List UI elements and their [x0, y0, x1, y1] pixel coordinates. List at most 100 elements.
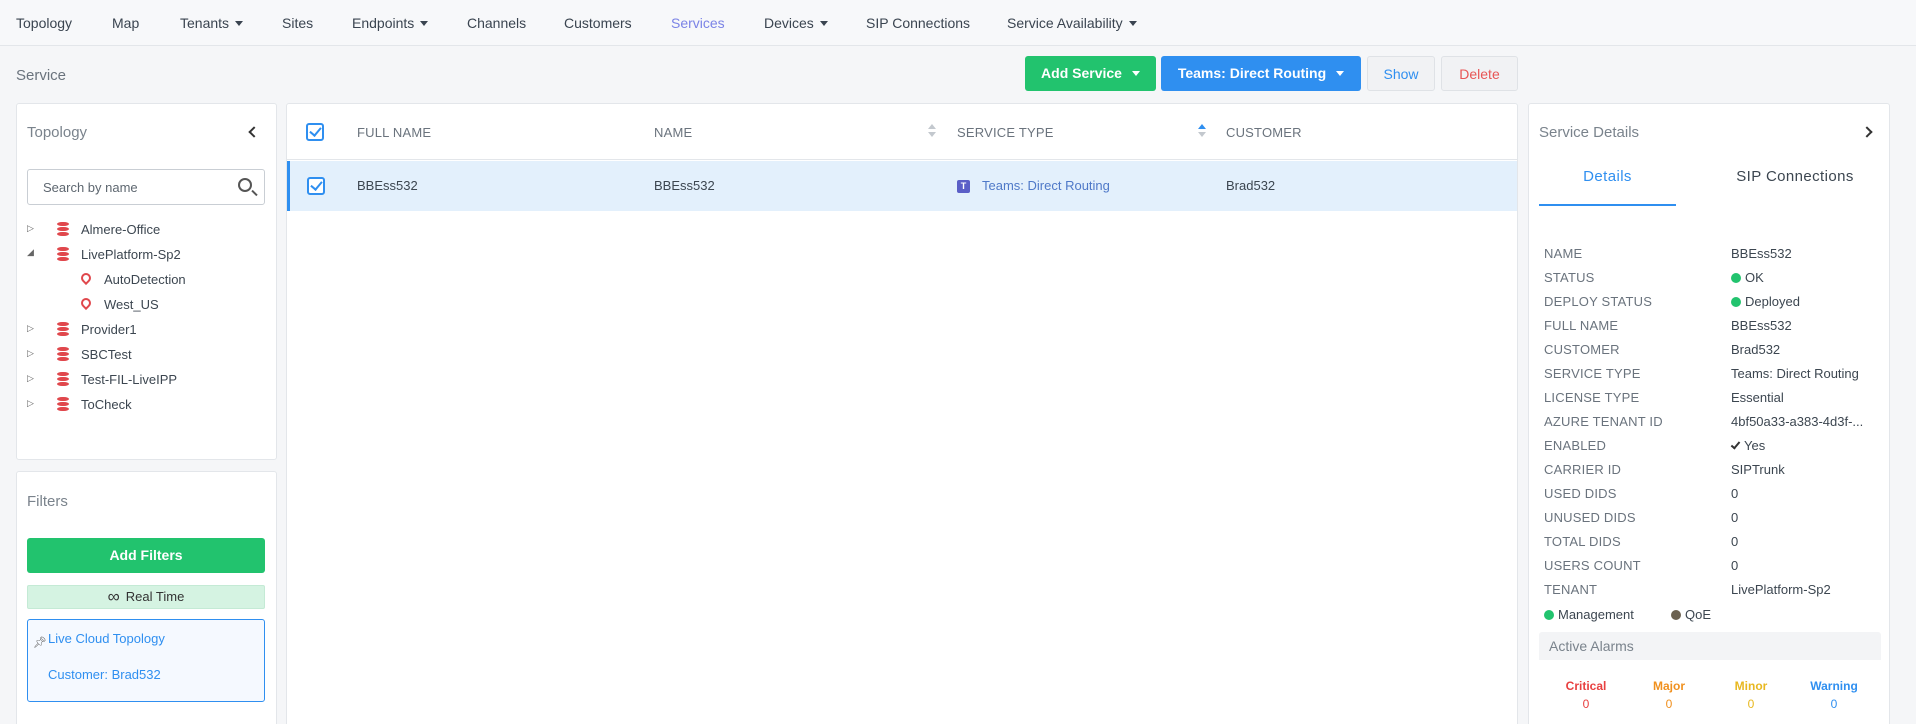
search-icon[interactable]: [238, 178, 252, 192]
expand-triangle-icon[interactable]: ▷: [27, 348, 37, 359]
nav-label: Service Availability: [1007, 15, 1123, 31]
alarm-label: Warning: [1810, 679, 1858, 693]
add-service-label: Add Service: [1041, 65, 1122, 81]
alarm-count: 0: [1830, 697, 1838, 711]
nav-sites[interactable]: Sites: [282, 15, 313, 31]
nav-channels[interactable]: Channels: [467, 15, 526, 31]
tree-item-almere-office[interactable]: ▷ Almere-Office: [27, 221, 267, 241]
caret-down-icon: [1336, 71, 1345, 76]
tree-item-label: SBCTest: [81, 347, 132, 362]
row-checkbox[interactable]: [307, 177, 325, 195]
expand-triangle-icon[interactable]: ▷: [27, 373, 37, 384]
nav-label: Endpoints: [352, 15, 415, 31]
nav-tenants[interactable]: Tenants: [180, 15, 244, 31]
expand-triangle-icon[interactable]: ▷: [27, 323, 37, 334]
detail-value: 4bf50a33-a383-4d3f-...: [1731, 414, 1864, 429]
tree-item-label: Test-FIL-LiveIPP: [81, 372, 178, 387]
tree-item-provider1[interactable]: ▷ Provider1: [27, 321, 267, 341]
service-details-panel: Service Details Details SIP Connections …: [1528, 103, 1890, 724]
column-header-full-name[interactable]: FULL NAME: [357, 125, 431, 140]
filter-customer[interactable]: Customer: Brad532: [48, 667, 161, 682]
collapse-chevron-right-icon[interactable]: [1861, 126, 1873, 138]
infinity-icon: ∞: [107, 587, 120, 606]
detail-row-users-count: USERS COUNT 0: [1544, 558, 1884, 578]
detail-row-name: NAME BBEss532: [1544, 246, 1884, 266]
detail-label: FULL NAME: [1544, 318, 1619, 333]
detail-row-azure-tenant-id: AZURE TENANT ID 4bf50a33-a383-4d3f-...: [1544, 414, 1884, 434]
nav-endpoints[interactable]: Endpoints: [352, 15, 429, 31]
cell-service-type[interactable]: Teams: Direct Routing: [982, 178, 1110, 193]
detail-row-service-type: SERVICE TYPE Teams: Direct Routing: [1544, 366, 1884, 386]
tree-item-sbctest[interactable]: ▷ SBCTest: [27, 346, 267, 366]
detail-value-wrap: OK: [1731, 270, 1764, 285]
service-type-dropdown[interactable]: Teams: Direct Routing: [1161, 56, 1361, 91]
nav-sip-connections[interactable]: SIP Connections: [866, 15, 970, 31]
detail-label: ENABLED: [1544, 438, 1607, 453]
nav-service-availability[interactable]: Service Availability: [1007, 15, 1137, 31]
column-header-service-type[interactable]: SERVICE TYPE: [957, 125, 1054, 140]
caret-down-icon: [420, 21, 429, 26]
tree-item-label: Provider1: [81, 322, 137, 337]
tree-item-autodetection[interactable]: AutoDetection: [27, 270, 267, 291]
tree-item-label: West_US: [104, 297, 159, 312]
cell-customer: Brad532: [1226, 178, 1276, 193]
tree-item-west-us[interactable]: West_US: [27, 295, 267, 316]
alarm-critical[interactable]: Critical 0: [1546, 679, 1626, 711]
collapse-triangle-icon[interactable]: ◢: [27, 247, 37, 258]
top-navigation: Topology Map Tenants Sites Endpoints Cha…: [0, 0, 1916, 46]
detail-value: 0: [1731, 534, 1739, 549]
detail-label: DEPLOY STATUS: [1544, 294, 1653, 309]
detail-label: USERS COUNT: [1544, 558, 1641, 573]
detail-label: AZURE TENANT ID: [1544, 414, 1663, 429]
caret-down-icon: [819, 21, 828, 26]
detail-value: 0: [1731, 558, 1739, 573]
add-filters-button[interactable]: Add Filters: [27, 538, 265, 573]
expand-triangle-icon[interactable]: ▷: [27, 223, 37, 234]
nav-label: Tenants: [180, 15, 230, 31]
delete-button[interactable]: Delete: [1441, 56, 1518, 91]
column-header-name[interactable]: NAME: [654, 125, 692, 140]
detail-row-enabled: ENABLED Yes: [1544, 438, 1884, 458]
details-tabs: Details SIP Connections: [1539, 162, 1881, 206]
expand-triangle-icon[interactable]: ▷: [27, 398, 37, 409]
nav-topology[interactable]: Topology: [16, 15, 72, 31]
alarm-label: Critical: [1565, 679, 1607, 693]
check-icon: [1730, 439, 1741, 450]
alarm-minor[interactable]: Minor 0: [1711, 679, 1791, 711]
active-alarms-title: Active Alarms: [1549, 638, 1634, 654]
filter-live-cloud-topology[interactable]: Live Cloud Topology: [48, 631, 165, 646]
detail-label: LICENSE TYPE: [1544, 390, 1640, 405]
tab-sip-connections[interactable]: SIP Connections: [1709, 162, 1881, 206]
detail-value-wrap: Yes: [1730, 438, 1765, 453]
search-input[interactable]: [27, 169, 265, 205]
detail-row-tenant: TENANT LivePlatform-Sp2: [1544, 582, 1884, 602]
select-all-checkbox[interactable]: [306, 123, 324, 141]
legend-dot-icon: [1544, 610, 1554, 620]
nav-customers[interactable]: Customers: [564, 15, 632, 31]
nav-map[interactable]: Map: [112, 15, 139, 31]
column-header-customer[interactable]: CUSTOMER: [1226, 125, 1302, 140]
alarm-major[interactable]: Major 0: [1629, 679, 1709, 711]
detail-row-license-type: LICENSE TYPE Essential: [1544, 390, 1884, 410]
show-button[interactable]: Show: [1367, 56, 1435, 91]
alarm-warning[interactable]: Warning 0: [1794, 679, 1874, 711]
tab-details[interactable]: Details: [1539, 162, 1676, 206]
tree-item-liveplatform-sp2[interactable]: ◢ LivePlatform-Sp2: [27, 246, 267, 266]
nav-services[interactable]: Services: [671, 15, 725, 31]
tree-item-label: ToCheck: [81, 397, 132, 412]
nav-devices[interactable]: Devices: [764, 15, 828, 31]
cell-name: BBEss532: [654, 178, 715, 193]
tree-item-tocheck[interactable]: ▷ ToCheck: [27, 396, 267, 416]
table-row[interactable]: BBEss532 BBEss532 T Teams: Direct Routin…: [287, 161, 1517, 211]
tree-item-label: AutoDetection: [104, 272, 186, 287]
real-time-toggle[interactable]: ∞ Real Time: [27, 585, 265, 609]
legend-label: QoE: [1685, 607, 1712, 622]
sort-ascending-icon[interactable]: [1198, 124, 1206, 138]
pin-icon: 📌︎: [33, 637, 47, 649]
add-service-button[interactable]: Add Service: [1025, 56, 1156, 91]
collapse-chevron-left-icon[interactable]: [248, 126, 260, 138]
tree-item-test-fil-liveipp[interactable]: ▷ Test-FIL-LiveIPP: [27, 371, 267, 391]
detail-row-deploy-status: DEPLOY STATUS Deployed: [1544, 294, 1884, 314]
sort-icon[interactable]: [928, 124, 936, 138]
nav-label: Channels: [467, 15, 527, 31]
